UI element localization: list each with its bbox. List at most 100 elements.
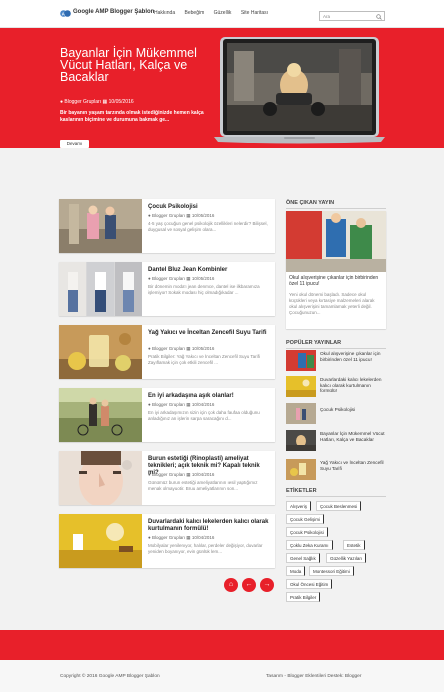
tags-heading: ETİKETLER [286, 488, 317, 494]
footer-band [0, 630, 444, 660]
hero-title[interactable]: Bayanlar İçin Mükemmel Vücut Hatları, Ka… [60, 47, 200, 84]
featured-excerpt: Yeni okul dönemi başladı. Sadece okul kü… [289, 292, 375, 315]
nav-item-beauty[interactable]: Güzellik [214, 10, 232, 16]
post-thumbnail[interactable] [59, 514, 142, 568]
home-button[interactable]: ⌂ [224, 578, 238, 592]
tag-link[interactable]: Çoklu Zeka Kuramı [286, 540, 333, 550]
post-title[interactable]: Dantel Bluz Jean Kombinler [148, 267, 272, 274]
popular-post[interactable]: Duvarlardaki kalıcı lekelerden kalıcı ol… [286, 376, 386, 398]
popular-title[interactable]: Çocuk Psikolojisi [320, 407, 386, 413]
popular-post[interactable]: Yağ Yakıcı ve İnceltan Zencefil Suyu Tar… [286, 459, 386, 481]
home-icon: ⌂ [228, 581, 234, 588]
post-date: 10/04/2016 [191, 472, 215, 477]
next-page-button[interactable]: → [260, 578, 274, 592]
site-title[interactable]: Google AMP Blogger Şablon [73, 9, 154, 15]
popular-title[interactable]: Yağ Yakıcı ve İnceltan Zencefil Suyu Tar… [320, 460, 386, 471]
search-icon[interactable] [376, 13, 382, 20]
nav-item-baby[interactable]: Bebeğim [185, 10, 205, 16]
tag-link[interactable]: Estetik [343, 540, 365, 550]
tag-link[interactable]: Alışveriş [286, 501, 312, 511]
tag-link[interactable]: Pratik Bilgiler [286, 592, 321, 602]
popular-thumbnail[interactable] [286, 350, 316, 371]
post-meta: ● Blogger Grupları ▦ 10/05/2016 [148, 346, 214, 352]
post-card[interactable]: Duvarlardaki kalıcı lekelerden kalıcı ol… [59, 514, 275, 568]
main-nav: Hakkında Bebeğim Güzellik Site Haritası [154, 10, 276, 16]
post-card[interactable]: Burun estetiği (Rinoplasti) ameliyat tek… [59, 451, 275, 505]
search-input[interactable]: Ara [319, 11, 385, 21]
post-meta: ● Blogger Grupları ▦ 10/04/2016 [148, 472, 214, 478]
post-card[interactable]: En iyi arkadaşına aşık olanlar! ● Blogge… [59, 388, 275, 442]
post-excerpt: En iyi arkadaşımızın sizin için çok daha… [148, 410, 260, 421]
post-excerpt: 4-5 yaş çocuğun genel psikolojik özellik… [148, 221, 268, 232]
hero-laptop-image[interactable] [214, 37, 385, 144]
hero-meta: ● Blogger Grupları ▦ 10/05/2016 [60, 99, 134, 105]
post-card[interactable]: Yağ Yakıcı ve İnceltan Zencefil Suyu Tar… [59, 325, 275, 379]
post-title[interactable]: Çocuk Psikolojisi [148, 204, 272, 211]
nav-item-about[interactable]: Hakkında [154, 10, 175, 16]
post-title[interactable]: Duvarlardaki kalıcı lekelerden kalıcı ol… [148, 519, 272, 533]
author-icon: ● [148, 535, 151, 540]
post-excerpt: Günümüz burun estetiği ameliyatlarının ı… [148, 480, 258, 491]
arrow-left-icon: ← [245, 581, 253, 588]
popular-post[interactable]: Çocuk Psikolojisi [286, 403, 386, 425]
post-author: Blogger Grupları [151, 346, 186, 351]
nav-item-sitemap[interactable]: Site Haritası [241, 10, 268, 16]
featured-heading: ÖNE ÇIKAN YAYIN [286, 200, 335, 206]
popular-thumbnail[interactable] [286, 430, 316, 451]
author-icon: ● [60, 99, 64, 105]
divider [286, 496, 386, 497]
popular-post[interactable]: Okul alışverişine çıkanlar için birbirin… [286, 350, 386, 372]
logo-icon[interactable]: A [60, 9, 71, 18]
post-date: 10/05/2016 [191, 346, 215, 351]
popular-thumbnail[interactable] [286, 376, 316, 397]
post-meta: ● Blogger Grupları ▦ 10/05/2016 [148, 213, 214, 219]
post-title[interactable]: Yağ Yakıcı ve İnceltan Zencefil Suyu Tar… [148, 330, 272, 337]
tag-link[interactable]: Okul Öncesi Eğitim [286, 579, 333, 589]
footer-credit[interactable]: Tasarım - Blogger Eklentileri Destek: Bl… [266, 674, 361, 679]
tag-link[interactable]: Montessori Eğitimi [309, 566, 354, 576]
featured-title[interactable]: Okul alışverişine çıkanlar için birbirin… [289, 275, 384, 287]
search-placeholder: Ara [323, 14, 331, 19]
post-date: 10/04/2016 [191, 535, 215, 540]
post-date: 10/05/2016 [191, 213, 215, 218]
top-navbar: A Google AMP Blogger Şablon Hakkında Beb… [0, 0, 444, 28]
arrow-right-icon: → [263, 581, 271, 588]
author-icon: ● [148, 213, 151, 218]
post-date: 10/04/2016 [191, 402, 215, 407]
tag-link[interactable]: Çocuk Gelişimi [286, 514, 325, 524]
post-card[interactable]: Dantel Bluz Jean Kombinler ● Blogger Gru… [59, 262, 275, 316]
post-author: Blogger Grupları [151, 535, 186, 540]
popular-title[interactable]: Bayanlar İçin Mükemmel Vücut Hatları, Ka… [320, 431, 386, 442]
post-thumbnail[interactable] [59, 388, 142, 442]
featured-post[interactable]: Okul alışverişine çıkanlar için birbirin… [286, 211, 386, 329]
post-thumbnail[interactable] [59, 199, 142, 253]
tag-link[interactable]: Moda [286, 566, 306, 576]
post-date: 10/05/2016 [191, 276, 215, 281]
post-card[interactable]: Çocuk Psikolojisi ● Blogger Grupları ▦ 1… [59, 199, 275, 253]
hero-author: Blogger Grupları [64, 99, 102, 105]
post-thumbnail[interactable] [59, 262, 142, 316]
popular-post[interactable]: Bayanlar İçin Mükemmel Vücut Hatları, Ka… [286, 430, 386, 452]
tag-link[interactable]: Çocuk Beslenmesi [316, 501, 362, 511]
prev-page-button[interactable]: ← [242, 578, 256, 592]
tag-link[interactable]: Güzellik Yazıları [326, 553, 367, 563]
post-thumbnail[interactable] [59, 451, 142, 505]
tag-link[interactable]: Genel Sağlık [286, 553, 320, 563]
popular-title[interactable]: Duvarlardaki kalıcı lekelerden kalıcı ol… [320, 377, 386, 394]
post-excerpt: Bir dönemin moda'ı jean denmce, dantel i… [148, 284, 260, 295]
popular-title[interactable]: Okul alışverişine çıkanlar için birbirin… [320, 351, 386, 362]
read-more-button[interactable]: Devamı [60, 140, 89, 148]
author-icon: ● [148, 346, 151, 351]
popular-thumbnail[interactable] [286, 403, 316, 424]
popular-thumbnail[interactable] [286, 459, 316, 480]
divider [286, 208, 386, 209]
featured-image[interactable] [286, 211, 386, 272]
post-meta: ● Blogger Grupları ▦ 10/05/2016 [148, 276, 214, 282]
post-meta: ● Blogger Grupları ▦ 10/04/2016 [148, 535, 214, 541]
tag-link[interactable]: Çocuk Psikolojisi [286, 527, 328, 537]
post-thumbnail[interactable] [59, 325, 142, 379]
calendar-icon: ▦ [186, 472, 191, 477]
post-author: Blogger Grupları [151, 213, 186, 218]
post-title[interactable]: En iyi arkadaşına aşık olanlar! [148, 393, 272, 400]
copyright: Copyright © 2016 Google AMP Blogger Şabl… [60, 674, 160, 679]
